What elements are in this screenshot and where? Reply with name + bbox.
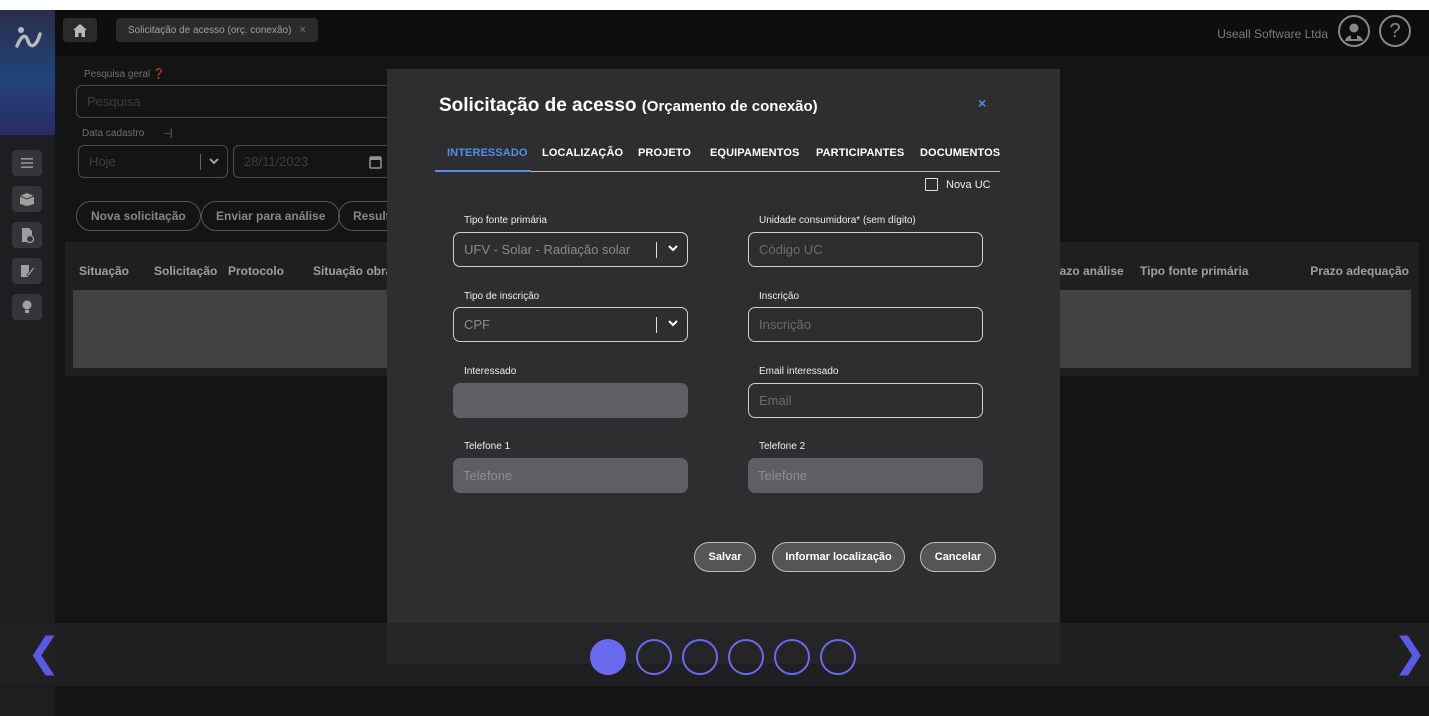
telefone2-input[interactable]: Telefone	[748, 458, 983, 493]
carousel-dot-4[interactable]	[728, 639, 764, 675]
carousel-dot-5[interactable]	[774, 639, 810, 675]
tipo-inscricao-select[interactable]: CPF	[453, 307, 688, 342]
carousel-dot-2[interactable]	[636, 639, 672, 675]
chevron-down-icon	[668, 245, 678, 252]
tab-projeto[interactable]: PROJETO	[638, 147, 691, 159]
next-arrow-icon[interactable]: ❯	[1393, 633, 1427, 673]
active-tab-indicator	[435, 170, 531, 172]
prev-arrow-icon[interactable]: ❮	[27, 633, 61, 673]
close-icon[interactable]: ×	[978, 95, 986, 111]
tipo-fonte-select[interactable]: UFV - Solar - Radiação solar	[453, 232, 688, 267]
tab-participantes[interactable]: PARTICIPANTES	[816, 147, 904, 159]
carousel-dot-6[interactable]	[820, 639, 856, 675]
inform-location-button[interactable]: Informar localização	[772, 542, 905, 572]
access-request-modal: Solicitação de acesso (Orçamento de cone…	[387, 69, 1060, 664]
nova-uc-checkbox[interactable]: Nova UC	[925, 178, 991, 191]
chevron-down-icon	[668, 320, 678, 327]
email-input[interactable]: Email	[748, 383, 983, 418]
app-window: Solicitação de acesso (orç. conexão) × U…	[0, 10, 1429, 716]
interessado-input[interactable]	[453, 383, 688, 418]
interessado-label: Interessado	[464, 366, 517, 377]
carousel-dot-3[interactable]	[682, 639, 718, 675]
telefone1-label: Telefone 1	[464, 441, 511, 452]
telefone2-label: Telefone 2	[759, 441, 806, 452]
unidade-label: Unidade consumidora* (sem dígito)	[759, 215, 916, 226]
save-button[interactable]: Salvar	[694, 542, 756, 572]
tipo-inscricao-label: Tipo de inscrição	[464, 291, 540, 302]
tab-interessado[interactable]: INTERESSADO	[447, 147, 528, 159]
tab-documentos[interactable]: DOCUMENTOS	[920, 147, 1000, 159]
checkbox-icon[interactable]	[925, 178, 938, 191]
email-label: Email interessado	[759, 366, 839, 377]
modal-title: Solicitação de acesso (Orçamento de cone…	[439, 95, 818, 116]
telefone1-input[interactable]: Telefone	[453, 458, 688, 493]
modal-tabs: INTERESSADO LOCALIZAÇÃO PROJETO EQUIPAME…	[435, 147, 1000, 172]
tipo-fonte-label: Tipo fonte primária	[464, 215, 547, 226]
inscricao-input[interactable]: Inscrição	[748, 307, 983, 342]
modal-subtitle: (Orçamento de conexão)	[641, 98, 818, 115]
cancel-button[interactable]: Cancelar	[920, 542, 996, 572]
carousel-dot-1[interactable]	[590, 639, 626, 675]
tab-localizacao[interactable]: LOCALIZAÇÃO	[542, 147, 623, 159]
tab-equipamentos[interactable]: EQUIPAMENTOS	[710, 147, 799, 159]
unidade-input[interactable]: Código UC	[748, 232, 983, 267]
inscricao-label: Inscrição	[759, 291, 800, 302]
carousel-nav: ❮ ❯	[0, 623, 1429, 686]
